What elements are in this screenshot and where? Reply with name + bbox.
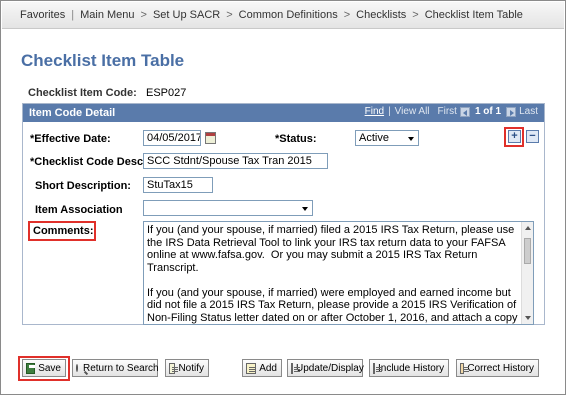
correct-history-label: Correct History <box>467 362 534 374</box>
add-icon <box>246 362 257 374</box>
status-select[interactable]: Active <box>355 130 419 146</box>
comments-textarea[interactable]: If you (and your spouse, if married) fil… <box>143 221 534 325</box>
comments-scrollbar[interactable] <box>521 222 533 324</box>
checklist-item-code-label: Checklist Item Code: <box>28 87 137 99</box>
item-code-detail-header: Item Code Detail Find | View All First 1… <box>23 104 544 122</box>
update-display-label: Update/Display <box>296 362 364 374</box>
nav-divider: | <box>388 106 391 117</box>
breadcrumb-checklists[interactable]: Checklists <box>356 9 406 21</box>
breadcrumb-main-menu[interactable]: Main Menu <box>80 9 134 21</box>
first-label: First <box>437 106 457 117</box>
history-icon <box>373 362 382 374</box>
correct-history-icon <box>460 362 470 374</box>
include-history-label: Include History <box>378 362 445 374</box>
checklist-item-code-value: ESP027 <box>146 87 187 99</box>
short-description-label: Short Description: <box>35 180 131 192</box>
breadcrumb-favorites[interactable]: Favorites <box>20 9 65 21</box>
item-association-select[interactable] <box>143 200 313 216</box>
previous-row-icon[interactable] <box>459 106 470 117</box>
page-frame: Favorites | Main Menu > Set Up SACR > Co… <box>0 0 566 395</box>
item-code-detail-box: Item Code Detail Find | View All First 1… <box>22 103 545 325</box>
chevron-down-icon <box>302 207 308 211</box>
view-all-link[interactable]: View All <box>395 106 430 117</box>
breadcrumb-separator: > <box>412 9 419 21</box>
status-selected-value: Active <box>359 132 389 144</box>
breadcrumb-common-definitions[interactable]: Common Definitions <box>239 9 338 21</box>
notify-button[interactable]: Notify <box>165 359 209 377</box>
calendar-icon[interactable] <box>205 132 216 144</box>
chevron-down-icon <box>408 137 414 141</box>
save-icon <box>26 362 36 374</box>
action-toolbar: Save Return to Search Notify Add Update/… <box>1 356 566 381</box>
include-history-button[interactable]: Include History <box>369 359 449 377</box>
notify-icon <box>169 362 179 374</box>
checklist-item-code-row: Checklist Item Code: ESP027 <box>28 87 186 99</box>
update-display-button[interactable]: Update/Display <box>287 359 364 377</box>
save-button[interactable]: Save <box>22 359 66 377</box>
notify-label: Notify <box>178 362 204 374</box>
return-to-search-button[interactable]: Return to Search <box>72 359 159 377</box>
breadcrumb-set-up-sacr[interactable]: Set Up SACR <box>153 9 220 21</box>
find-link[interactable]: Find <box>365 106 384 117</box>
breadcrumb-divider: | <box>71 9 75 21</box>
page-title: Checklist Item Table <box>21 51 185 70</box>
checklist-code-descr-input[interactable]: SCC Stdnt/Spouse Tax Tran 2015 <box>143 153 328 169</box>
breadcrumb-checklist-item-table[interactable]: Checklist Item Table <box>425 9 523 21</box>
effective-date-input[interactable]: 04/05/2017 <box>143 130 201 146</box>
next-row-icon[interactable] <box>506 106 517 117</box>
comments-label: Comments: <box>33 225 94 237</box>
breadcrumb-separator: > <box>226 9 233 21</box>
effective-date-label: *Effective Date: <box>30 133 111 145</box>
grid-navigation: Find | View All First 1 of 1 Last <box>365 106 538 117</box>
status-label: *Status: <box>275 133 317 145</box>
search-icon <box>76 364 78 372</box>
add-button[interactable]: Add <box>242 359 282 377</box>
correct-history-button[interactable]: Correct History <box>456 359 539 377</box>
update-icon <box>291 362 300 374</box>
scroll-thumb[interactable] <box>524 238 531 264</box>
scroll-down-icon[interactable] <box>525 316 531 320</box>
add-row-icon[interactable]: + <box>508 130 521 143</box>
checklist-code-descr-label: *Checklist Code Descr: <box>30 156 152 168</box>
save-label: Save <box>38 362 61 374</box>
breadcrumb-separator: > <box>140 9 147 21</box>
last-label: Last <box>519 106 538 117</box>
short-description-input[interactable]: StuTax15 <box>143 177 213 193</box>
grid-header-title: Item Code Detail <box>29 107 116 119</box>
breadcrumb: Favorites | Main Menu > Set Up SACR > Co… <box>2 2 564 29</box>
scroll-up-icon[interactable] <box>525 226 531 230</box>
comments-text: If you (and your spouse, if married) fil… <box>147 224 518 324</box>
add-label: Add <box>259 362 277 374</box>
item-association-label: Item Association <box>35 204 123 216</box>
return-to-search-label: Return to Search <box>83 362 159 374</box>
delete-row-icon[interactable]: − <box>526 130 539 143</box>
breadcrumb-separator: > <box>343 9 351 21</box>
row-count: 1 of 1 <box>474 106 502 117</box>
